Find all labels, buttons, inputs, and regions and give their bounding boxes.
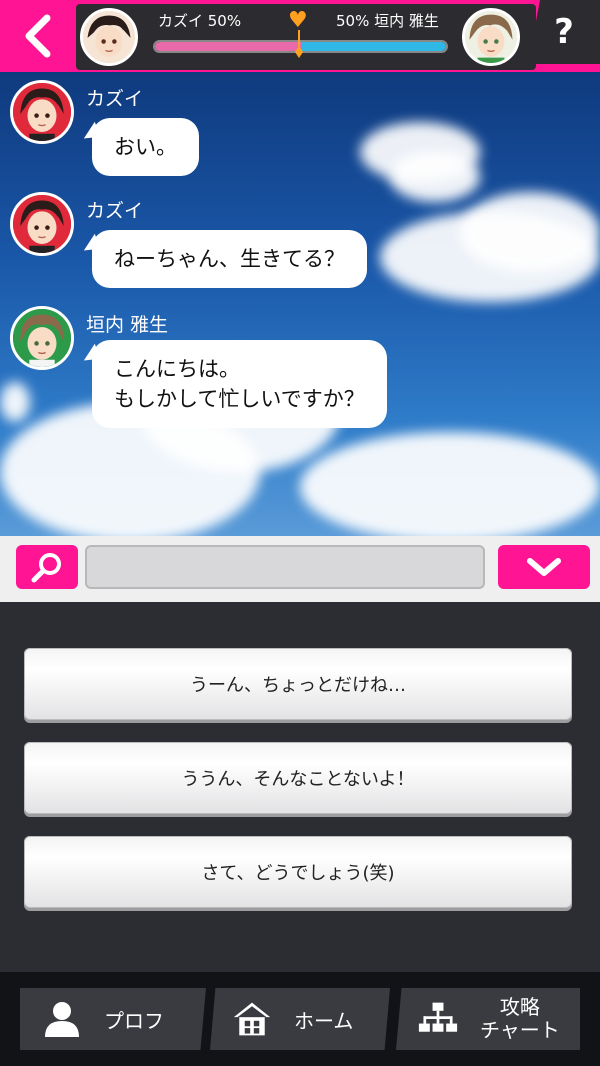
cloud-decoration (390, 152, 480, 202)
reply-choices: うーん、ちょっとだけね… ううん、そんなことないよ！ さて、どうでしょう(笑) (0, 602, 600, 972)
reply-choice[interactable]: さて、どうでしょう(笑) (24, 836, 572, 908)
nav-strategy-chart-label: 攻略 チャート (480, 995, 560, 1042)
kazui-header-avatar (80, 8, 138, 66)
nav-profile-button[interactable]: プロフ (20, 988, 206, 1050)
header-bar: カズイ 50% ♥ 50% 垣内 雅生 ? (0, 0, 600, 72)
help-button[interactable]: ? (528, 0, 600, 64)
cloud-decoration (460, 192, 600, 272)
nav-strategy-chart-button[interactable]: 攻略 チャート (396, 988, 580, 1050)
message-input[interactable] (85, 545, 485, 589)
nav-home-button[interactable]: ホーム (210, 988, 390, 1050)
cloud-decoration (0, 382, 30, 422)
sender-name: カズイ (86, 88, 144, 110)
kakiuchi-header-avatar (462, 8, 520, 66)
sender-name: カズイ (86, 200, 144, 222)
gauge-right-fill (300, 42, 446, 51)
nav-home-label: ホーム (294, 1008, 354, 1033)
nav-profile-label: プロフ (104, 1008, 164, 1033)
house-icon (233, 1002, 271, 1036)
kazui-avatar (10, 192, 74, 256)
back-chevron-icon (25, 14, 51, 58)
person-icon (45, 1002, 79, 1037)
gauge-left-fill (155, 42, 301, 51)
left-character-affinity: カズイ 50% (158, 12, 242, 30)
search-icon (31, 553, 61, 583)
reply-choice[interactable]: うーん、ちょっとだけね… (24, 648, 572, 720)
kakiuchi-avatar (10, 306, 74, 370)
heart-icon: ♥ (288, 8, 308, 33)
message-bubble: ねーちゃん、生きてる？ (92, 230, 367, 288)
chevron-down-icon (527, 558, 561, 576)
collapse-button[interactable] (498, 545, 590, 589)
right-character-affinity: 50% 垣内 雅生 (336, 12, 439, 30)
sender-name: 垣内 雅生 (86, 314, 169, 336)
input-bar (0, 536, 600, 602)
cloud-decoration (300, 432, 600, 536)
message-bubble: こんにちは。 もしかして忙しいですか？ (92, 340, 387, 428)
search-button[interactable] (16, 545, 78, 589)
help-icon: ? (554, 12, 574, 52)
chat-area[interactable]: カズイ おい。 カズイ ねーちゃん、生きてる？ 垣内 雅生 こんにちは。 もしか… (0, 72, 600, 536)
message-bubble: おい。 (92, 118, 199, 176)
gauge-marker-icon (295, 30, 303, 58)
back-button[interactable] (0, 0, 76, 72)
reply-choice[interactable]: ううん、そんなことないよ！ (24, 742, 572, 814)
kazui-avatar (10, 80, 74, 144)
flowchart-icon (418, 1002, 458, 1032)
bottom-nav: プロフ ホーム 攻略 チャート (0, 972, 600, 1066)
